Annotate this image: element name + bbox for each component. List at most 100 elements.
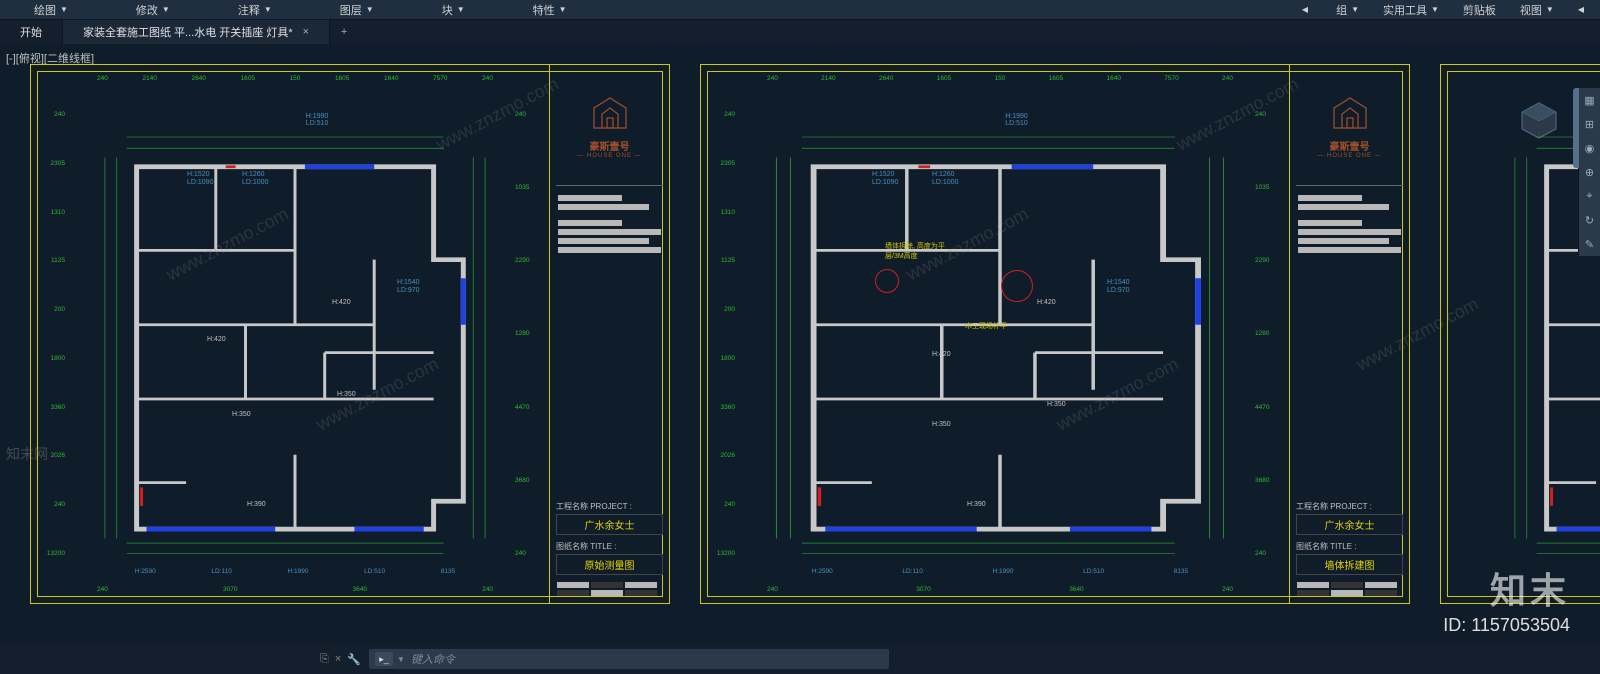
menu-实用工具[interactable]: 实用工具▼ (1371, 2, 1451, 18)
window-dim-bottom: H:2590LD:110H:1990LD:5108135 (777, 568, 1223, 575)
chevron-down-icon: ▼ (264, 5, 272, 14)
cmd-close-icon[interactable]: × (335, 653, 341, 665)
room-height-label: H:350 (337, 391, 356, 398)
room-height-label: H:1520 (187, 171, 210, 178)
menu-绘图[interactable]: 绘图▼ (0, 2, 102, 18)
command-input-placeholder: 键入命令 (411, 651, 455, 667)
nav-tool-icon[interactable]: ↻ (1579, 208, 1600, 232)
document-tab[interactable]: 家装全套施工图纸 平...水电 开关插座 灯具* × (63, 20, 330, 44)
menu-注释[interactable]: 注释▼ (204, 2, 306, 18)
right-nav-handle[interactable] (1573, 88, 1579, 168)
revision-cloud (1001, 270, 1033, 302)
floor-plan[interactable] (767, 111, 1233, 557)
drawing-title-value: 墙体拆建图 (1296, 554, 1403, 575)
chevron-down-icon: ▼ (559, 5, 567, 14)
menu-expand-left[interactable]: ◀ (1290, 5, 1324, 14)
drawing-area[interactable]: 240214026401605150160516407570240H:1990L… (707, 71, 1283, 597)
main-menubar: 绘图▼修改▼注释▼图层▼块▼特性▼ ◀ 组▼实用工具▼剪贴板视图▼ ◀ (0, 0, 1600, 20)
drawing-title-value: 原始测量图 (556, 554, 663, 575)
document-tabbar: 开始 家装全套施工图纸 平...水电 开关插座 灯具* × + (0, 20, 1600, 44)
window-dim: H:1990LD:510 (1005, 113, 1028, 127)
room-height-label: H:1260 (932, 171, 955, 178)
room-height-label: H:1540 (397, 279, 420, 286)
title-block: 豪斯壹号— HOUSE ONE — 工程名称 PROJECT : 广水余女士图纸名称… (549, 65, 669, 603)
dimensions-top: 240214026401605150160516407570240 (97, 75, 493, 82)
chevron-down-icon: ▼ (1431, 5, 1439, 14)
room-height-label: H:390 (247, 501, 266, 508)
nav-tool-icon[interactable]: ▦ (1579, 88, 1600, 112)
chevron-down-icon: ▼ (60, 5, 68, 14)
dimensions-bottom: 24030703640240 (97, 586, 493, 593)
room-height-label: H:420 (932, 351, 951, 358)
document-tab[interactable]: 开始 (0, 20, 63, 44)
room-height-label: H:1260 (242, 171, 265, 178)
watermark-brand: 知末 (1490, 562, 1570, 614)
nav-tool-icon[interactable]: ◉ (1579, 136, 1600, 160)
chevron-down-icon: ▼ (1546, 5, 1554, 14)
room-height-label: H:1540 (1107, 279, 1130, 286)
room-height-label: LD:1090 (187, 179, 213, 186)
drawing-title-label: 图纸名称 TITLE : (1296, 541, 1403, 552)
right-nav-bar: ▦⊞◉⊕⌖↻✎ (1578, 88, 1600, 256)
company-logo: 豪斯壹号— HOUSE ONE — (556, 71, 663, 181)
room-height-label: LD:1000 (242, 179, 268, 186)
demolition-note: 木工现场补平 (965, 321, 1035, 331)
nav-tool-icon[interactable]: ⊞ (1579, 112, 1600, 136)
title-block: 豪斯壹号— HOUSE ONE — 工程名称 PROJECT : 广水余女士图纸名称… (1289, 65, 1409, 603)
dimensions-left: 24023051310112520018003360202624013200 (39, 111, 65, 557)
room-height-label: H:420 (1037, 299, 1056, 306)
nav-tool-icon[interactable]: ✎ (1579, 232, 1600, 256)
room-height-label: H:420 (332, 299, 351, 306)
title-block-footer (556, 581, 663, 597)
company-logo: 豪斯壹号— HOUSE ONE — (1296, 71, 1403, 181)
menu-修改[interactable]: 修改▼ (102, 2, 204, 18)
menu-组[interactable]: 组▼ (1324, 2, 1371, 18)
menu-块[interactable]: 块▼ (408, 2, 499, 18)
room-height-label: H:1520 (872, 171, 895, 178)
cmd-customize-icon[interactable]: 🔧 (347, 653, 361, 666)
drawing-sheet[interactable]: 豪斯壹号— HOUSE ONE — 工程名称 PROJECT : 广水余女士图纸名称… (30, 64, 670, 604)
menu-视图[interactable]: 视图▼ (1508, 2, 1566, 18)
room-height-label: LD:1000 (932, 179, 958, 186)
room-height-label: LD:970 (1107, 287, 1130, 294)
drawing-title-label: 图纸名称 TITLE : (556, 541, 663, 552)
command-line-bar: ⎘ × 🔧 ▸_ ▼ 键入命令 (0, 644, 1600, 674)
cmd-history-icon[interactable]: ⎘ (320, 653, 329, 666)
floor-plan[interactable] (97, 111, 493, 557)
drawing-sheet[interactable]: 豪斯壹号— HOUSE ONE — 工程名称 PROJECT : 广水余女士图纸名称… (700, 64, 1410, 604)
model-space-viewport[interactable]: [-][俯视][二维线框] 豪斯壹号— HOUSE ONE —工程名称 PROJ… (0, 44, 1600, 644)
dimensions-right: 24010352290128044703680240 (1255, 111, 1281, 557)
tab-close-icon[interactable]: × (303, 26, 309, 38)
room-height-label: H:390 (967, 501, 986, 508)
project-label: 工程名称 PROJECT : (556, 501, 663, 512)
command-input[interactable]: ▸_ ▼ 键入命令 (369, 649, 889, 669)
tab-label: 开始 (20, 24, 42, 40)
nav-tool-icon[interactable]: ⌖ (1579, 184, 1600, 208)
nav-tool-icon[interactable]: ⊕ (1579, 160, 1600, 184)
window-dim: H:1990LD:510 (306, 113, 329, 127)
chevron-down-icon: ▼ (1351, 5, 1359, 14)
project-label: 工程名称 PROJECT : (1296, 501, 1403, 512)
project-value: 广水余女士 (556, 514, 663, 535)
room-height-label: H:350 (932, 421, 951, 428)
menu-剪贴板[interactable]: 剪贴板 (1451, 2, 1508, 18)
room-height-label: LD:970 (397, 287, 420, 294)
demolition-note: 墙体拆除, 高度为平层/3M高度 (885, 241, 955, 261)
room-height-label: LD:1090 (872, 179, 898, 186)
menu-图层[interactable]: 图层▼ (306, 2, 408, 18)
room-height-label: H:420 (207, 336, 226, 343)
drawing-area[interactable]: 240214026401605150160516407570240 H:1990L… (37, 71, 543, 597)
title-block-info (1296, 192, 1403, 256)
cmd-recent-dropdown-icon[interactable]: ▼ (397, 655, 405, 664)
title-block-info (556, 192, 663, 256)
dimensions-right: 24010352290128044703680240 (515, 111, 541, 557)
room-height-label: H:350 (1047, 401, 1066, 408)
new-tab-button[interactable]: + (330, 20, 358, 44)
tab-label: 家装全套施工图纸 平...水电 开关插座 灯具* (83, 24, 293, 40)
menu-特性[interactable]: 特性▼ (499, 2, 601, 18)
title-block-footer (1296, 581, 1403, 597)
project-value: 广水余女士 (1296, 514, 1403, 535)
room-height-label: H:350 (232, 411, 251, 418)
menu-expand-right[interactable]: ◀ (1566, 5, 1600, 14)
dimensions-bottom: 24030703640240 (767, 586, 1233, 593)
